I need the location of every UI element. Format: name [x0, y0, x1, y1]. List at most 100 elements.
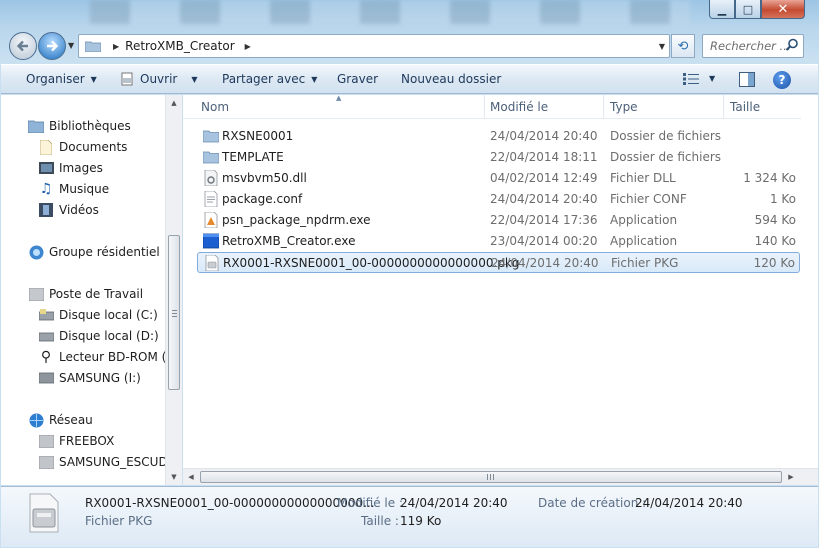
- sidebar-item-drive-c[interactable]: Disque local (C:): [38, 305, 158, 325]
- address-bar[interactable]: ▶ RetroXMB_Creator ▶ ▼: [78, 34, 670, 58]
- computer-icon: [28, 286, 44, 302]
- app-window-icon: [202, 233, 220, 249]
- explorer-window: ▁ □ ✕ ▼ ▶ RetroXMB_Creator ▶ ▼ ⟲ Recherc…: [0, 0, 819, 548]
- sidebar-item-bd-rom[interactable]: ⚲ Lecteur BD-ROM (F:: [38, 347, 177, 367]
- scroll-down-icon[interactable]: ▼: [166, 469, 182, 485]
- music-icon: ♫: [39, 181, 53, 197]
- pkg-file-icon: [204, 254, 220, 272]
- column-divider[interactable]: [484, 95, 485, 119]
- breadcrumb-separator-icon[interactable]: ▶: [113, 42, 119, 51]
- breadcrumb-item[interactable]: RetroXMB_Creator: [125, 39, 234, 53]
- sidebar-item-label: Musique: [59, 182, 110, 196]
- breadcrumb-separator-icon[interactable]: ▶: [245, 42, 251, 51]
- sidebar-item-samsung[interactable]: SAMSUNG (I:): [38, 368, 141, 388]
- close-button[interactable]: ✕: [761, 0, 805, 19]
- command-bar: Organiser ▼ Ouvrir ▼ Partager avec ▼ Graver…: [1, 64, 818, 94]
- scrollbar-thumb[interactable]: [200, 471, 782, 483]
- view-options-icon[interactable]: [683, 73, 699, 85]
- file-modified: 22/04/2014 17:36: [490, 213, 598, 227]
- network-computer-icon: [38, 433, 54, 449]
- maximize-button[interactable]: □: [735, 0, 761, 19]
- file-row[interactable]: RX0001-RXSNE0001_00-0000000000000000.pkg…: [197, 252, 800, 273]
- search-icon[interactable]: [785, 38, 799, 52]
- navigation-scrollbar[interactable]: ▲ ▼: [165, 95, 182, 485]
- open-button[interactable]: Ouvrir ▼: [120, 72, 198, 86]
- open-label: Ouvrir: [140, 72, 178, 86]
- file-modified: 24/04/2014 20:40: [491, 256, 599, 270]
- refresh-button[interactable]: ⟲: [671, 34, 695, 58]
- open-file-icon: [121, 72, 133, 86]
- file-name: RXSNE0001: [222, 129, 294, 143]
- details-file-name: RX0001-RXSNE0001_00-00000000000000000...: [85, 496, 375, 510]
- file-row[interactable]: RetroXMB_Creator.exe 23/04/2014 00:20 Appl…: [197, 231, 800, 252]
- sidebar-item-freebox[interactable]: FREEBOX: [38, 431, 114, 451]
- burn-button[interactable]: Graver: [337, 72, 378, 86]
- minimize-button[interactable]: ▁: [709, 0, 735, 19]
- column-divider[interactable]: [723, 95, 724, 119]
- sidebar-item-documents[interactable]: Documents: [38, 137, 127, 157]
- horizontal-scrollbar[interactable]: ◀ ▶: [183, 468, 818, 485]
- sidebar-item-homegroup[interactable]: Groupe résidentiel: [28, 242, 160, 262]
- file-list-scrollbar: [801, 95, 818, 468]
- share-label: Partager avec: [222, 72, 306, 86]
- view-dropdown-icon[interactable]: ▼: [709, 74, 715, 83]
- file-type: Application: [610, 234, 678, 248]
- details-created-label: Date de création :: [538, 496, 647, 510]
- sidebar-item-label: Groupe résidentiel: [49, 245, 160, 259]
- window-controls: ▁ □ ✕: [709, 0, 805, 19]
- sidebar-item-pictures[interactable]: Images: [38, 158, 103, 178]
- file-row[interactable]: msvbvm50.dll 04/02/2014 12:49 Fichier DLL 1…: [197, 168, 800, 189]
- drive-icon: [38, 307, 54, 323]
- chevron-down-icon: ▼: [191, 74, 198, 84]
- burn-label: Graver: [337, 72, 379, 86]
- search-input[interactable]: Rechercher ...: [702, 34, 804, 58]
- address-dropdown-icon[interactable]: ▼: [659, 42, 665, 51]
- file-row[interactable]: package.conf 24/04/2014 20:40 Fichier CONF…: [197, 189, 800, 210]
- file-name: RetroXMB_Creator.exe: [222, 234, 356, 248]
- sidebar-item-drive-d[interactable]: Disque local (D:): [38, 326, 159, 346]
- search-placeholder: Rechercher ...: [710, 39, 791, 53]
- preview-pane-icon[interactable]: [739, 72, 755, 87]
- file-row[interactable]: RXSNE0001 24/04/2014 20:40 Dossier de fich…: [197, 126, 800, 147]
- file-modified: 04/02/2014 12:49: [490, 171, 598, 185]
- sidebar-item-label: SAMSUNG_ESCUDO: [59, 455, 178, 469]
- sidebar-item-samsung-escudo[interactable]: SAMSUNG_ESCUDO: [38, 452, 177, 472]
- column-divider[interactable]: [603, 95, 604, 119]
- share-button[interactable]: Partager avec ▼: [222, 72, 317, 86]
- folder-icon: [202, 128, 220, 144]
- file-name: RX0001-RXSNE0001_00-0000000000000000.pkg: [223, 256, 520, 270]
- organise-button[interactable]: Organiser ▼: [26, 72, 97, 86]
- column-modified[interactable]: Modifié le: [490, 100, 548, 114]
- new-folder-button[interactable]: Nouveau dossier: [401, 72, 501, 86]
- minimize-icon: ▁: [717, 2, 727, 16]
- scroll-up-icon[interactable]: ▲: [166, 95, 182, 111]
- libraries-icon: [28, 118, 44, 134]
- file-size: 1 324 Ko: [743, 171, 796, 185]
- documents-icon: [38, 139, 54, 155]
- back-button[interactable]: [9, 32, 37, 60]
- scroll-right-icon[interactable]: ▶: [783, 469, 799, 485]
- sidebar-item-libraries[interactable]: Bibliothèques: [28, 116, 131, 136]
- column-size[interactable]: Taille: [730, 100, 760, 114]
- history-dropdown-icon[interactable]: ▼: [68, 41, 74, 50]
- scrollbar-thumb[interactable]: [168, 235, 180, 390]
- file-row[interactable]: TEMPLATE 22/04/2014 18:11 Dossier de fichi…: [197, 147, 800, 168]
- sidebar-item-network[interactable]: Réseau: [28, 410, 93, 430]
- file-row[interactable]: psn_package_npdrm.exe 22/04/2014 17:36 App…: [197, 210, 800, 231]
- sidebar-item-label: Poste de Travail: [49, 287, 144, 301]
- sidebar-item-label: SAMSUNG (I:): [59, 371, 141, 385]
- forward-button[interactable]: [38, 32, 66, 60]
- help-icon[interactable]: ?: [773, 71, 791, 89]
- details-file-type: Fichier PKG: [85, 514, 153, 528]
- sidebar-item-videos[interactable]: Vidéos: [38, 200, 99, 220]
- pictures-icon: [38, 160, 54, 176]
- file-size: 1 Ko: [769, 192, 796, 206]
- sidebar-item-computer[interactable]: Poste de Travail: [28, 284, 143, 304]
- column-name[interactable]: Nom: [201, 100, 229, 114]
- column-type[interactable]: Type: [610, 100, 638, 114]
- refresh-icon: ⟲: [677, 38, 689, 54]
- file-type: Application: [610, 213, 678, 227]
- scroll-left-icon[interactable]: ◀: [183, 469, 199, 485]
- sidebar-item-music[interactable]: ♫ Musique: [38, 179, 109, 199]
- sidebar-item-label: Vidéos: [59, 203, 99, 217]
